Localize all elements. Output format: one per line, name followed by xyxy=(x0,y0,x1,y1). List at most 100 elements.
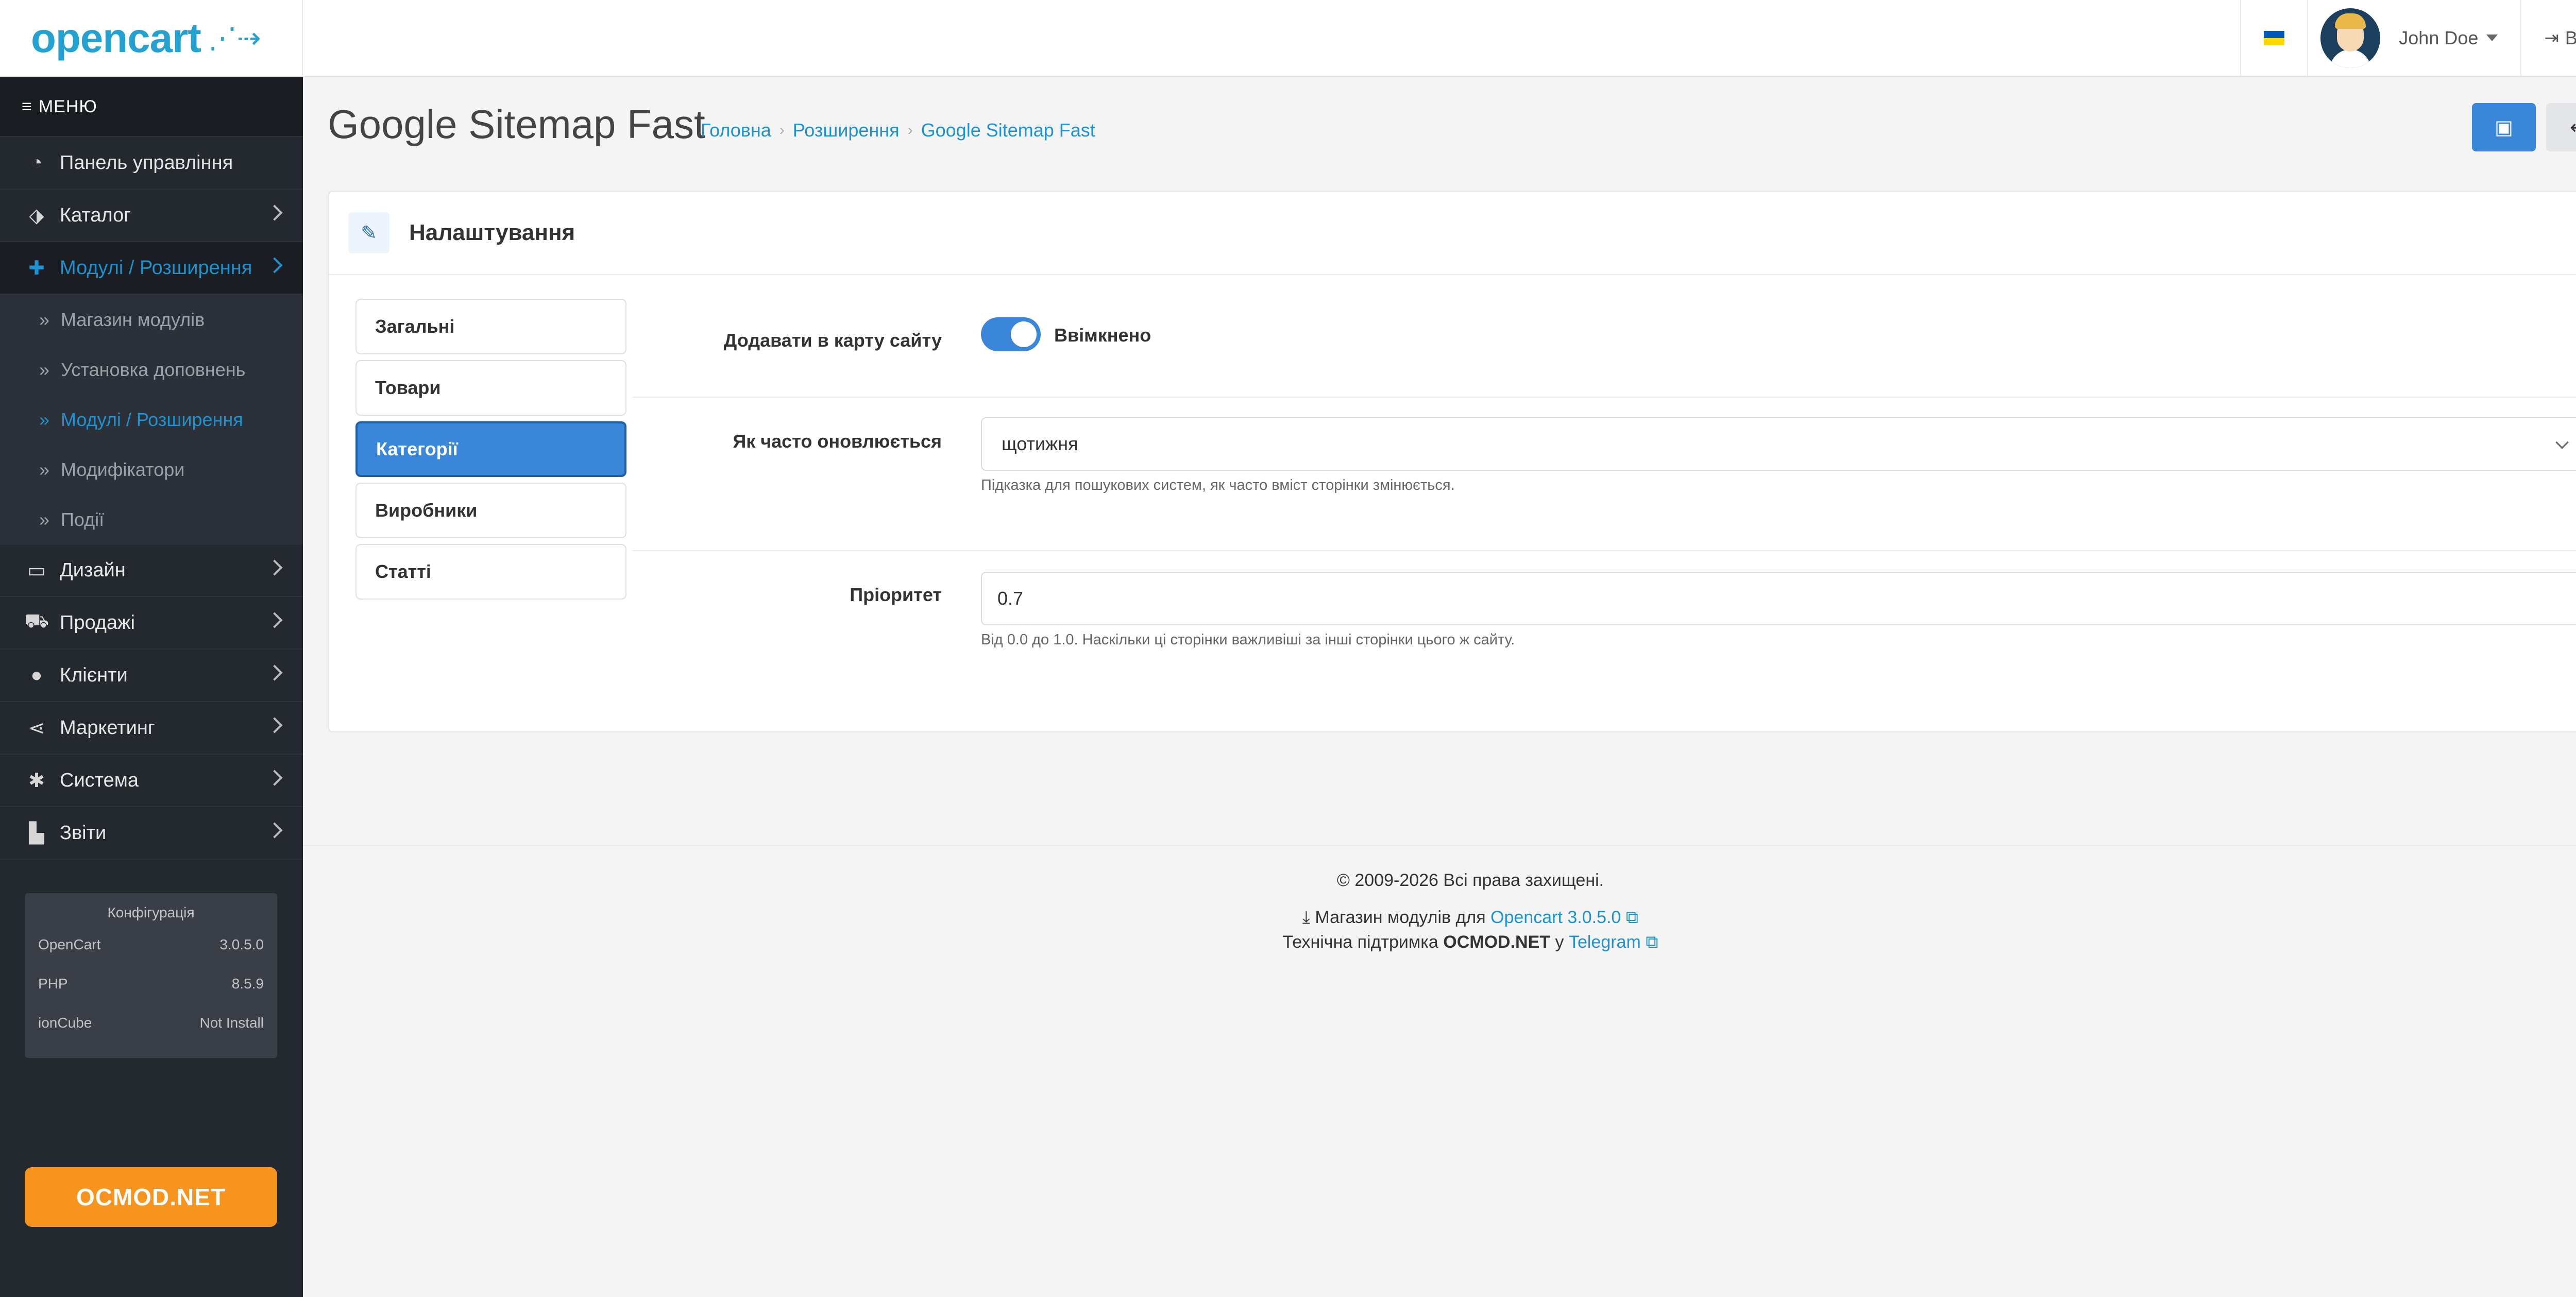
footer-support-line: Технічна підтримка OCMOD.NET у Telegram … xyxy=(303,932,2576,952)
dashboard-icon: ◔ xyxy=(30,151,43,174)
chart-icon: ▙ xyxy=(29,822,44,844)
priority-label: Пріоритет xyxy=(850,584,942,605)
chevron-right-icon xyxy=(266,257,283,274)
sidebar-item-label: Продажі xyxy=(60,611,135,634)
submenu-item-events[interactable]: » Події xyxy=(0,494,303,544)
tags-icon: ⬗ xyxy=(29,204,44,227)
chevron-down-icon xyxy=(2555,436,2569,449)
card-header: ✎ Налаштування xyxy=(329,192,2576,275)
logout-button[interactable]: ⇥ Вихід xyxy=(2520,0,2576,76)
menu-title: МЕНЮ xyxy=(38,96,97,116)
opencart-link[interactable]: Opencart 3.0.5.0 xyxy=(1490,908,1621,927)
breadcrumb-home[interactable]: Головна xyxy=(701,120,771,141)
save-button[interactable]: ▣ xyxy=(2472,103,2536,151)
settings-card: ✎ Налаштування Загальні Товари Категорії… xyxy=(328,191,2576,732)
divider xyxy=(633,397,2576,398)
breadcrumb-separator-icon: › xyxy=(907,122,913,139)
double-chevron-icon: » xyxy=(39,309,50,330)
footer-support-mid: у xyxy=(1555,932,1564,952)
submenu-item-label: Події xyxy=(61,508,105,530)
toggle-status-label: Ввімкнено xyxy=(1054,325,1151,346)
changefreq-value: щотижня xyxy=(1002,433,1078,454)
sidebar-item-customers[interactable]: ● Клієнти xyxy=(0,650,303,702)
config-value: 8.5.9 xyxy=(231,976,264,992)
logout-label: Вихід xyxy=(2565,27,2576,48)
user-icon: ● xyxy=(30,664,43,686)
bars-icon: ≡ xyxy=(22,96,32,116)
changefreq-help: Підказка для пошукових систем, як часто … xyxy=(981,477,1455,493)
double-chevron-icon: » xyxy=(39,408,50,430)
sign-out-icon: ⇥ xyxy=(2544,28,2559,48)
telegram-link[interactable]: Telegram xyxy=(1569,932,1641,952)
tab-manufacturers[interactable]: Виробники xyxy=(355,483,626,538)
user-menu[interactable]: John Doe xyxy=(2307,0,2520,76)
config-row: ionCube Not Install xyxy=(38,1015,264,1054)
submenu-item-installer[interactable]: » Установка доповнень xyxy=(0,345,303,395)
sidebar-item-label: Панель управління xyxy=(60,151,233,174)
submenu-item-label: Установка доповнень xyxy=(61,359,246,380)
sidebar-item-label: Клієнти xyxy=(60,664,128,686)
tab-products[interactable]: Товари xyxy=(355,360,626,416)
back-button[interactable]: ↩ xyxy=(2546,103,2576,151)
chevron-right-icon xyxy=(266,559,283,576)
sidebar-item-design[interactable]: ▭ Дизайн xyxy=(0,544,303,597)
footer-copyright: © 2009-2026 Всі права захищені. xyxy=(1336,871,1604,890)
page-title: Google Sitemap Fast xyxy=(328,101,705,147)
priority-input[interactable]: 0.7 xyxy=(981,572,2576,625)
gear-icon: ✱ xyxy=(28,770,45,792)
menu-toggle[interactable]: ≡ МЕНЮ xyxy=(0,77,303,137)
changefreq-select[interactable]: щотижня xyxy=(981,417,2576,471)
sidebar-item-sales[interactable]: ⛟ Продажі xyxy=(0,597,303,650)
sidebar-item-extensions[interactable]: ✚ Модулі / Розширення xyxy=(0,242,303,295)
chevron-right-icon xyxy=(266,770,283,786)
sidebar-item-reports[interactable]: ▙ Звіти xyxy=(0,807,303,860)
floppy-disk-icon: ▣ xyxy=(2495,116,2513,139)
ocmod-button[interactable]: OCMOD.NET xyxy=(25,1167,277,1227)
user-name: John Doe xyxy=(2399,27,2479,48)
changefreq-label: Як часто оновлюється xyxy=(733,431,942,452)
config-name: OpenCart xyxy=(38,936,101,952)
priority-help: Від 0.0 до 1.0. Наскільки ці сторінки ва… xyxy=(981,632,1515,648)
share-icon: ⋖ xyxy=(28,717,45,739)
sidebar-item-label: Модулі / Розширення xyxy=(60,257,252,279)
double-chevron-icon: » xyxy=(39,508,50,530)
sidebar-item-label: Звіти xyxy=(60,822,107,844)
sidebar-item-label: Система xyxy=(60,769,139,791)
submenu-item-modifications[interactable]: » Модифікатори xyxy=(0,445,303,494)
sidebar-item-catalog[interactable]: ⬗ Каталог xyxy=(0,190,303,242)
footer-store-prefix: Магазин модулів для xyxy=(1315,908,1486,927)
sidebar: ≡ МЕНЮ ◔ Панель управління ⬗ Каталог ✚ М… xyxy=(0,77,303,1297)
config-name: PHP xyxy=(38,976,68,992)
language-selector[interactable] xyxy=(2240,0,2307,76)
breadcrumb-current[interactable]: Google Sitemap Fast xyxy=(921,120,1095,141)
pencil-icon: ✎ xyxy=(348,212,389,253)
footer-divider xyxy=(303,845,2576,846)
config-panel: Конфігурація OpenCart 3.0.5.0 PHP 8.5.9 … xyxy=(25,893,277,1058)
sidebar-item-label: Каталог xyxy=(60,204,131,226)
external-link-icon: ⧉ xyxy=(1625,908,1639,927)
sidebar-item-marketing[interactable]: ⋖ Маркетинг xyxy=(0,702,303,755)
cart-logo-icon: ⋰⇢ xyxy=(208,21,261,54)
chevron-right-icon xyxy=(266,717,283,733)
submenu-item-extensions[interactable]: » Модулі / Розширення xyxy=(0,395,303,445)
opencart-logo[interactable]: opencart ⋰⇢ xyxy=(0,0,303,77)
external-link-icon: ⧉ xyxy=(1646,932,1658,952)
top-header: opencart ⋰⇢ John Doe ⇥ Вихід xyxy=(0,0,2576,77)
submenu-item-label: Модифікатори xyxy=(61,458,185,480)
submenu-item-marketplace[interactable]: » Магазин модулів xyxy=(0,295,303,345)
footer-store-line: ⤓ Магазин модулів для Opencart 3.0.5.0 ⧉ xyxy=(303,908,2576,928)
add-to-sitemap-label: Додавати в карту сайту xyxy=(723,330,942,351)
caret-down-icon xyxy=(2486,35,2498,41)
extensions-submenu: » Магазин модулів » Установка доповнень … xyxy=(0,295,303,544)
logo-text: opencart xyxy=(31,14,201,61)
chevron-right-icon xyxy=(266,822,283,839)
chevron-right-icon xyxy=(266,664,283,681)
sidebar-item-dashboard[interactable]: ◔ Панель управління xyxy=(0,137,303,190)
footer-support-prefix: Технічна підтримка xyxy=(1282,932,1438,952)
add-to-sitemap-toggle[interactable] xyxy=(981,317,1041,351)
sidebar-item-system[interactable]: ✱ Система xyxy=(0,755,303,807)
breadcrumb-extensions[interactable]: Розширення xyxy=(793,120,900,141)
double-chevron-icon: » xyxy=(39,458,50,480)
ukraine-flag-icon xyxy=(2264,30,2285,45)
divider xyxy=(633,550,2576,551)
